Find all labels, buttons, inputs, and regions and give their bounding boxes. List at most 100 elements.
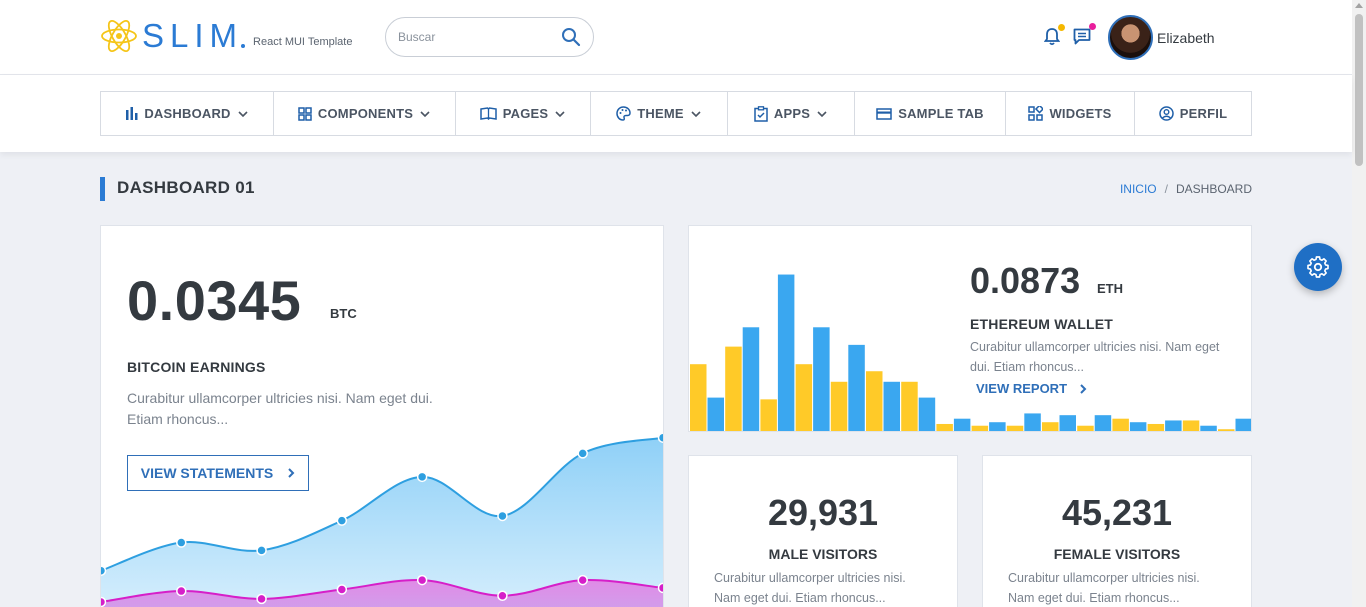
female-visitors-label: FEMALE VISITORS [1053,546,1181,562]
ethereum-description: Curabitur ullamcorper ultricies nisi. Na… [970,340,1220,374]
female-visitors-value: 45,231 [1061,492,1173,533]
bar-chart-icon [126,107,138,120]
bar[interactable] [883,381,901,431]
data-point[interactable] [497,590,508,601]
nav-item-dashboard[interactable]: DASHBOARD [101,92,274,135]
data-point[interactable] [416,574,428,586]
bar[interactable] [760,399,777,431]
gear-icon [1307,256,1329,278]
bar[interactable] [830,381,848,431]
brand-logo[interactable]: SLIM React MUI Template [100,18,352,54]
bar[interactable] [1129,422,1147,431]
page-title-accent [100,177,105,201]
nav-item-sample-tab[interactable]: SAMPLE TAB [855,92,1006,135]
scroll-thumb[interactable] [1355,14,1363,166]
page-title: DASHBOARD 01 [117,178,255,197]
data-point[interactable] [176,537,187,548]
bar[interactable] [1218,429,1235,431]
view-statements-button[interactable]: VIEW STATEMENTS [127,455,309,491]
breadcrumb-home[interactable]: INICIO [1120,182,1157,196]
data-point[interactable] [336,584,348,595]
bar[interactable] [742,327,760,431]
search-icon[interactable] [561,27,581,47]
search-box [385,17,594,57]
data-point[interactable] [657,582,665,594]
atom-icon [101,20,137,52]
nav-label: THEME [637,106,684,121]
bar[interactable] [1200,425,1217,431]
nav-item-apps[interactable]: APPS [728,92,855,135]
data-point[interactable] [176,585,187,597]
breadcrumb: INICIO / DASHBOARD [1120,182,1252,196]
bar[interactable] [918,397,936,431]
breadcrumb-current: DASHBOARD [1175,182,1252,196]
chevron-down-icon [555,110,565,117]
bar[interactable] [848,344,865,431]
breadcrumb-separator: / [1164,182,1168,196]
nav-item-theme[interactable]: THEME [591,92,728,135]
book-icon [479,107,497,120]
chat-icon[interactable] [1073,28,1091,46]
nav-item-pages[interactable]: PAGES [456,92,591,135]
scroll-up-arrow[interactable] [1355,3,1363,8]
data-point[interactable] [256,545,267,556]
chevron-down-icon [817,110,827,117]
data-point[interactable] [336,515,348,526]
data-point[interactable] [256,593,267,605]
nav-label: DASHBOARD [144,106,231,121]
bitcoin-earnings-card: 0.0345 BTC BITCOIN EARNINGS Curabitur ul… [100,225,664,607]
bar[interactable] [725,346,742,431]
top-header: SLIM React MUI Template Elizabeth [0,0,1352,75]
nav-item-widgets[interactable]: WIDGETS [1006,92,1135,135]
grid-icon [298,106,312,121]
bar[interactable] [777,274,795,431]
bar[interactable] [1006,425,1024,431]
data-point[interactable] [577,448,588,459]
bar[interactable] [989,422,1006,431]
bar[interactable] [1042,422,1059,431]
bar[interactable] [953,418,971,431]
data-point[interactable] [497,510,508,522]
bar[interactable] [690,364,707,431]
notification-badge [1058,24,1065,31]
data-point[interactable] [657,432,665,443]
bar[interactable] [707,397,725,431]
widgets-icon [1028,106,1044,121]
bar[interactable] [1147,423,1165,431]
ethereum-wallet-card: 0.0873 ETH ETHEREUM WALLET Curabitur ull… [688,225,1252,432]
user-menu[interactable]: Elizabeth [1108,15,1215,60]
male-visitors-value: 29,931 [767,492,879,533]
data-point[interactable] [416,471,428,483]
nav-item-perfil[interactable]: PERFIL [1135,92,1251,135]
data-point[interactable] [577,574,588,586]
view-report-label: VIEW REPORT [976,381,1068,396]
ethereum-unit: ETH [1097,281,1123,296]
brand-subtitle: React MUI Template [253,36,353,48]
bar[interactable] [1235,418,1253,431]
bar[interactable] [1112,418,1129,431]
bar[interactable] [813,327,830,431]
bar[interactable] [1077,425,1094,431]
nav-label: PERFIL [1179,106,1228,121]
search-input[interactable] [398,30,558,44]
bar[interactable] [1024,413,1041,431]
bar[interactable] [1094,415,1112,431]
main-nav: DASHBOARD COMPONENTS PAGES THEME APPS SA… [100,91,1252,136]
bar[interactable] [1165,420,1182,431]
bell-icon[interactable] [1044,27,1060,46]
settings-fab[interactable] [1294,243,1342,291]
bar[interactable] [866,371,883,431]
bar[interactable] [1182,420,1200,431]
data-point[interactable] [101,596,107,607]
nav-item-components[interactable]: COMPONENTS [274,92,456,135]
bar[interactable] [1059,415,1077,431]
card-icon [876,107,892,120]
view-report-button[interactable]: VIEW REPORT [976,381,1087,396]
data-point[interactable] [101,565,107,576]
bar[interactable] [936,423,953,431]
bar[interactable] [971,425,989,431]
nav-label: COMPONENTS [317,106,414,121]
page-scrollbar[interactable] [1352,0,1366,607]
bar[interactable] [795,364,813,431]
bar[interactable] [901,381,918,431]
